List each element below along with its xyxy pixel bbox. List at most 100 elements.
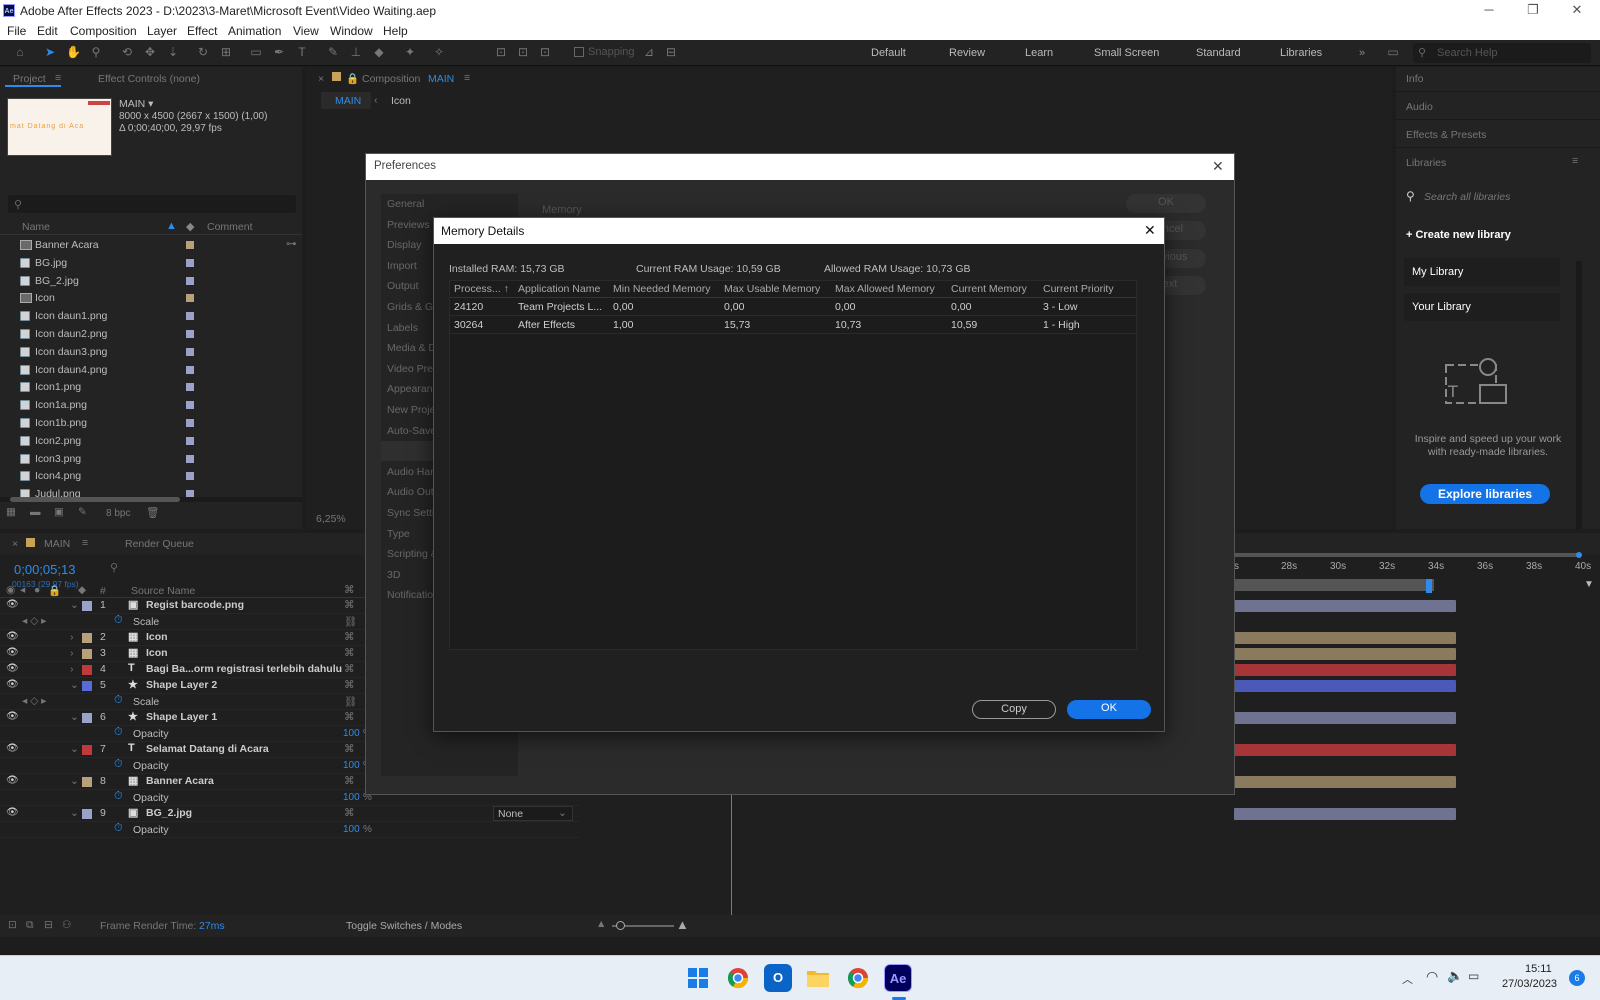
dolly-tool-icon[interactable]: ⇣ [166,45,180,59]
visibility-eye-icon[interactable]: 👁 [6,631,19,642]
project-item[interactable]: BG.jpg [0,255,302,272]
comp-tab-name[interactable]: MAIN [428,73,454,85]
zoom-level[interactable]: 6,25% [316,513,346,525]
stopwatch-icon[interactable]: ⏱ [114,726,123,739]
shy-switch-icon[interactable]: ⌘ [344,711,355,723]
pen-tool-icon[interactable]: ✒ [272,45,286,59]
project-item[interactable]: Icon4.png [0,468,302,485]
rectangle-tool-icon[interactable]: ▭ [249,45,263,59]
time-ruler[interactable]: s 28s 30s 32s 34s 36s 38s 40s [1234,561,1591,577]
work-area-bar[interactable] [1234,553,1580,557]
tab-effect-controls[interactable]: Effect Controls (none) [98,73,200,85]
column-max-allowed-memory[interactable]: Max Allowed Memory [835,281,935,297]
column-application-name[interactable]: Application Name [518,281,600,297]
expand-twirl-icon[interactable]: ⌄ [70,807,79,819]
project-search-input[interactable]: ⚲ [8,195,296,213]
copy-button[interactable]: Copy [972,700,1056,719]
notification-badge[interactable]: 6 [1569,970,1585,986]
shy-switch-icon[interactable]: ⌘ [344,775,355,787]
layer-label-swatch[interactable] [82,777,92,787]
workspace-review[interactable]: Review [949,47,985,59]
effects-presets-panel-tab[interactable]: Effects & Presets [1406,129,1486,141]
project-item[interactable]: Icon daun4.png [0,362,302,379]
project-item[interactable]: BG_2.jpg [0,273,302,290]
video-switch-icon[interactable]: ◉ [6,584,15,596]
search-help-field[interactable]: ⚲ Search Help [1413,43,1591,63]
visibility-eye-icon[interactable]: 👁 [6,663,19,674]
wifi-icon[interactable]: ◠ [1426,968,1438,985]
label-color-swatch[interactable] [186,419,194,427]
constrain-proportions-icon[interactable]: ⛓ [344,695,357,708]
expand-twirl-icon[interactable]: ⌄ [70,599,79,611]
align-left-icon[interactable]: ⊡ [494,45,508,59]
project-item[interactable]: Icon daun2.png [0,326,302,343]
project-scrollbar-thumb[interactable] [10,497,180,502]
label-color-swatch[interactable] [186,454,194,463]
label-color-swatch[interactable] [186,347,194,356]
expand-twirl-icon[interactable]: › [70,663,74,675]
render-queue-tab[interactable]: Render Queue [125,538,194,550]
library-item-your-library[interactable]: Your Library [1404,293,1560,321]
visibility-eye-icon[interactable]: 👁 [6,711,19,722]
show-hidden-icons-icon[interactable]: ︿ [1402,971,1413,987]
current-timecode[interactable]: 0;00;05;13 [14,562,75,577]
visibility-eye-icon[interactable]: 👁 [6,775,19,786]
layer-duration-bar[interactable] [1234,664,1456,676]
project-item[interactable]: Icon2.png [0,433,302,450]
roto-brush-tool-icon[interactable]: ✦ [403,45,417,59]
visibility-eye-icon[interactable]: 👁 [6,679,19,690]
minimize-button[interactable]: ─ [1466,2,1512,20]
workspace-libraries[interactable]: Libraries [1280,47,1322,59]
project-item[interactable]: Icon daun1.png [0,308,302,325]
label-color-swatch[interactable] [186,365,194,374]
label-color-swatch[interactable] [186,294,194,303]
layer-name[interactable]: Icon [146,647,168,659]
preferences-category[interactable]: General [381,194,518,214]
layer-duration-bar[interactable] [1234,680,1456,692]
menu-window[interactable]: Window [330,24,373,38]
layer-label-swatch[interactable] [82,809,92,819]
home-icon[interactable]: ⌂ [13,45,27,59]
expand-twirl-icon[interactable]: ⌄ [70,775,79,787]
panel-menu-icon[interactable]: ≡ [82,537,88,549]
pan-tool-icon[interactable]: ✥ [143,45,157,59]
visibility-eye-icon[interactable]: 👁 [6,743,19,754]
puppet-tool-icon[interactable]: ✧ [432,45,446,59]
timeline-search-input[interactable]: ⚲ [106,559,366,577]
label-color-swatch[interactable] [186,401,194,410]
parent-link-dropdown[interactable]: None ⌄ [493,806,573,821]
libraries-panel-tab[interactable]: Libraries [1406,157,1446,169]
column-comment[interactable]: Comment [207,221,253,233]
shy-switch-icon[interactable]: ⌘ [344,679,355,691]
shy-switch-icon[interactable]: ⌘ [344,631,355,643]
snapping-checkbox[interactable] [574,47,584,57]
outlook-icon[interactable]: O [764,964,792,992]
expand-twirl-icon[interactable]: ⌄ [70,743,79,755]
zoom-out-icon[interactable]: ▲ [596,918,606,930]
align-right-icon[interactable]: ⊡ [538,45,552,59]
column-max-usable-memory[interactable]: Max Usable Memory [724,281,820,297]
bit-depth[interactable]: 8 bpc [106,508,130,519]
menu-layer[interactable]: Layer [147,24,177,38]
panel-menu-icon[interactable]: ≡ [464,72,470,84]
column-current-priority[interactable]: Current Priority [1043,281,1114,297]
source-name-column[interactable]: Source Name [131,585,195,597]
layer-duration-bar[interactable] [1234,648,1456,660]
timeline-zoom-handle[interactable] [616,921,625,930]
new-folder-icon[interactable]: ▬ [30,506,41,518]
opacity-value[interactable]: 100 [343,728,360,739]
interpret-footage-icon[interactable]: ▦ [6,506,16,518]
create-library-button[interactable]: + Create new library [1406,229,1511,245]
stopwatch-icon[interactable]: ⏱ [114,614,123,627]
label-column-icon[interactable]: ◆ [78,584,86,596]
breadcrumb-icon[interactable]: Icon [391,95,411,107]
after-effects-taskbar-icon[interactable]: Ae [884,964,912,992]
audio-switch-icon[interactable]: ◂ [20,584,25,596]
keyframe-navigator-icon[interactable]: ◂ ◇ ▸ [22,695,46,707]
workspace-learn[interactable]: Learn [1025,47,1053,59]
layer-duration-bar[interactable] [1234,600,1456,612]
layer-label-swatch[interactable] [82,649,92,659]
project-item[interactable]: Icon1a.png [0,397,302,414]
clock-time[interactable]: 15:11 [1525,963,1552,975]
time-navigator-handle[interactable] [1426,579,1432,593]
